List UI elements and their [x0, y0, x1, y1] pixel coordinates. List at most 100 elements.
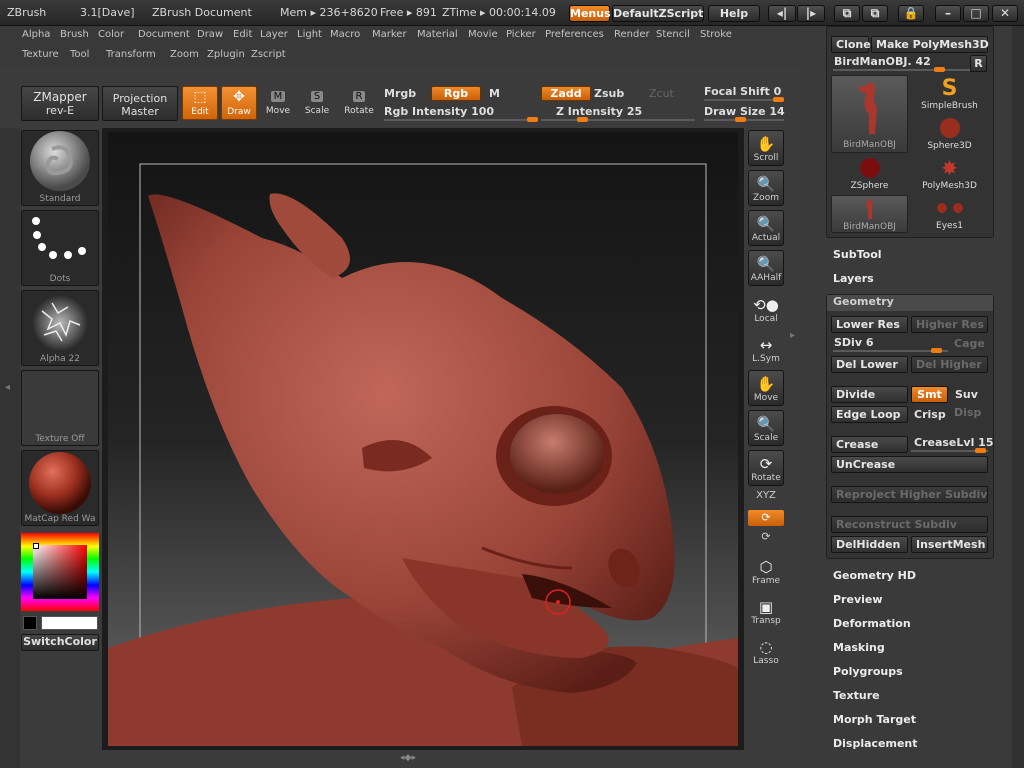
scroll-right-icon[interactable]: |▸	[797, 5, 825, 22]
zadd-toggle[interactable]: Zadd	[541, 86, 591, 101]
clone-button[interactable]: Clone	[831, 36, 871, 53]
draw-mode-button[interactable]: ✥ Draw	[221, 86, 257, 120]
menu-item-color[interactable]: Color	[98, 29, 124, 40]
del-higher-button[interactable]: Del Higher	[911, 356, 988, 373]
texture-header[interactable]: Texture	[833, 689, 880, 702]
masking-header[interactable]: Masking	[833, 641, 885, 654]
reproject-higher-subdiv-button[interactable]: Reproject Higher Subdiv	[831, 486, 988, 503]
xyz-button[interactable]: XYZ	[748, 490, 784, 508]
zmapper-button[interactable]: ZMapper rev-E	[21, 86, 99, 121]
zsub-toggle[interactable]: Zsub	[594, 87, 624, 100]
lower-res-button[interactable]: Lower Res	[831, 316, 908, 333]
menu-item-edit[interactable]: Edit	[233, 29, 252, 40]
menu-item-document[interactable]: Document	[138, 29, 190, 40]
del-hidden-button[interactable]: DelHidden	[831, 536, 908, 553]
tool-thumb-sphere3d[interactable]: Sphere3D	[911, 115, 988, 153]
tool-index-slider[interactable]	[833, 69, 973, 71]
rgb-toggle[interactable]: Rgb	[431, 86, 481, 101]
material-selector[interactable]: MatCap Red Wa	[21, 450, 99, 526]
secondary-color-swatch[interactable]	[23, 616, 37, 630]
menu-item-picker[interactable]: Picker	[506, 29, 536, 40]
tool-r-button[interactable]: R	[970, 55, 987, 72]
right-tray-arrow-icon[interactable]: ▸	[790, 330, 795, 341]
saturation-value-box[interactable]	[33, 545, 87, 599]
deformation-header[interactable]: Deformation	[833, 617, 911, 630]
lasso-button[interactable]: ◌ Lasso	[748, 634, 784, 670]
local-button[interactable]: ⟲● Local	[748, 292, 784, 328]
geometry-header[interactable]: Geometry	[827, 295, 993, 311]
left-tray-arrow-icon[interactable]: ◂	[5, 382, 10, 393]
cage-button[interactable]: Cage	[954, 337, 985, 350]
color-picker-marker[interactable]	[33, 543, 39, 549]
tool-thumb-birdman[interactable]: BirdManOBJ	[831, 75, 908, 153]
menu-item-stencil[interactable]: Stencil	[656, 29, 690, 40]
uncrease-button[interactable]: UnCrease	[831, 456, 988, 473]
right-tray-scrollbar[interactable]	[1012, 26, 1024, 768]
right-tray-divider[interactable]: ▸	[790, 330, 798, 440]
menu-item-zplugin[interactable]: Zplugin	[207, 49, 245, 60]
crease-lvl-knob[interactable]	[975, 448, 986, 453]
z-rotate-toggle[interactable]: ⟳	[748, 530, 784, 546]
preview-header[interactable]: Preview	[833, 593, 883, 606]
menu-item-movie[interactable]: Movie	[468, 29, 498, 40]
scale-view-button[interactable]: 🔍 Scale	[748, 410, 784, 446]
close-icon[interactable]: ✕	[992, 5, 1018, 22]
rotate-mode-button[interactable]: R Rotate	[341, 86, 377, 120]
crease-button[interactable]: Crease	[831, 436, 908, 453]
menu-item-layer[interactable]: Layer	[260, 29, 288, 40]
scroll-left-icon[interactable]: ◂|	[768, 5, 796, 22]
default-zscript-button[interactable]: DefaultZScript	[612, 5, 704, 22]
focal-shift-slider[interactable]	[704, 99, 784, 101]
menu-item-marker[interactable]: Marker	[372, 29, 407, 40]
zoom-button[interactable]: 🔍 Zoom	[748, 170, 784, 206]
menu-item-stroke[interactable]: Stroke	[700, 29, 732, 40]
aahalf-button[interactable]: 🔍 AAHalf	[748, 250, 784, 286]
menu-item-brush[interactable]: Brush	[60, 29, 89, 40]
layout-2-icon[interactable]: ⧉	[862, 5, 888, 22]
menu-item-render[interactable]: Render	[614, 29, 650, 40]
edge-loop-button[interactable]: Edge Loop	[831, 406, 908, 423]
morph-target-header[interactable]: Morph Target	[833, 713, 916, 726]
geometry-hd-header[interactable]: Geometry HD	[833, 569, 916, 582]
frame-button[interactable]: ⬡ Frame	[748, 554, 784, 590]
sdiv-knob[interactable]	[931, 348, 942, 353]
divide-button[interactable]: Divide	[831, 386, 908, 403]
displacement-header[interactable]: Displacement	[833, 737, 918, 750]
tool-index-knob[interactable]	[934, 67, 945, 72]
layers-header[interactable]: Layers	[833, 272, 874, 285]
minimize-icon[interactable]: –	[935, 5, 961, 22]
del-lower-button[interactable]: Del Lower	[831, 356, 908, 373]
menus-button[interactable]: Menus	[569, 5, 611, 22]
brush-selector[interactable]: Standard	[21, 130, 99, 206]
subtool-header[interactable]: SubTool	[833, 248, 882, 261]
z-intensity-slider[interactable]	[541, 119, 695, 121]
move-view-button[interactable]: ✋ Move	[748, 370, 784, 406]
y-rotate-toggle[interactable]: ⟳	[748, 510, 784, 526]
actual-button[interactable]: 🔍 Actual	[748, 210, 784, 246]
main-color-swatch[interactable]	[41, 616, 98, 630]
transp-button[interactable]: ▣ Transp	[748, 594, 784, 630]
stroke-selector[interactable]: Dots	[21, 210, 99, 286]
move-mode-button[interactable]: M Move	[260, 86, 296, 120]
maximize-icon[interactable]: □	[963, 5, 989, 22]
z-intensity-knob[interactable]	[576, 117, 588, 122]
tool-thumb-zsphere[interactable]: ZSphere	[831, 155, 908, 193]
scroll-button[interactable]: ✋ Scroll	[748, 130, 784, 166]
make-polymesh-button[interactable]: Make PolyMesh3D	[871, 36, 989, 53]
tool-thumb-birdman-2[interactable]: BirdManOBJ	[831, 195, 908, 233]
menu-item-alpha[interactable]: Alpha	[22, 29, 50, 40]
tool-thumb-simplebrush[interactable]: S SimpleBrush	[911, 75, 988, 113]
canvas-area[interactable]	[102, 128, 744, 750]
scale-mode-button[interactable]: S Scale	[299, 86, 335, 120]
layout-1-icon[interactable]: ⧉	[834, 5, 860, 22]
bottom-tray-arrows-icon[interactable]: ◂◆▸	[400, 753, 416, 763]
m-toggle[interactable]: M	[489, 87, 500, 100]
rgb-intensity-knob[interactable]	[527, 117, 538, 122]
menu-item-light[interactable]: Light	[297, 29, 322, 40]
draw-size-knob[interactable]	[735, 117, 746, 122]
focal-shift-knob[interactable]	[773, 97, 784, 102]
insert-mesh-button[interactable]: InsertMesh	[911, 536, 988, 553]
edit-mode-button[interactable]: ⬚ Edit	[182, 86, 218, 120]
zcut-toggle[interactable]: Zcut	[649, 87, 674, 100]
help-button[interactable]: Help	[708, 5, 760, 22]
